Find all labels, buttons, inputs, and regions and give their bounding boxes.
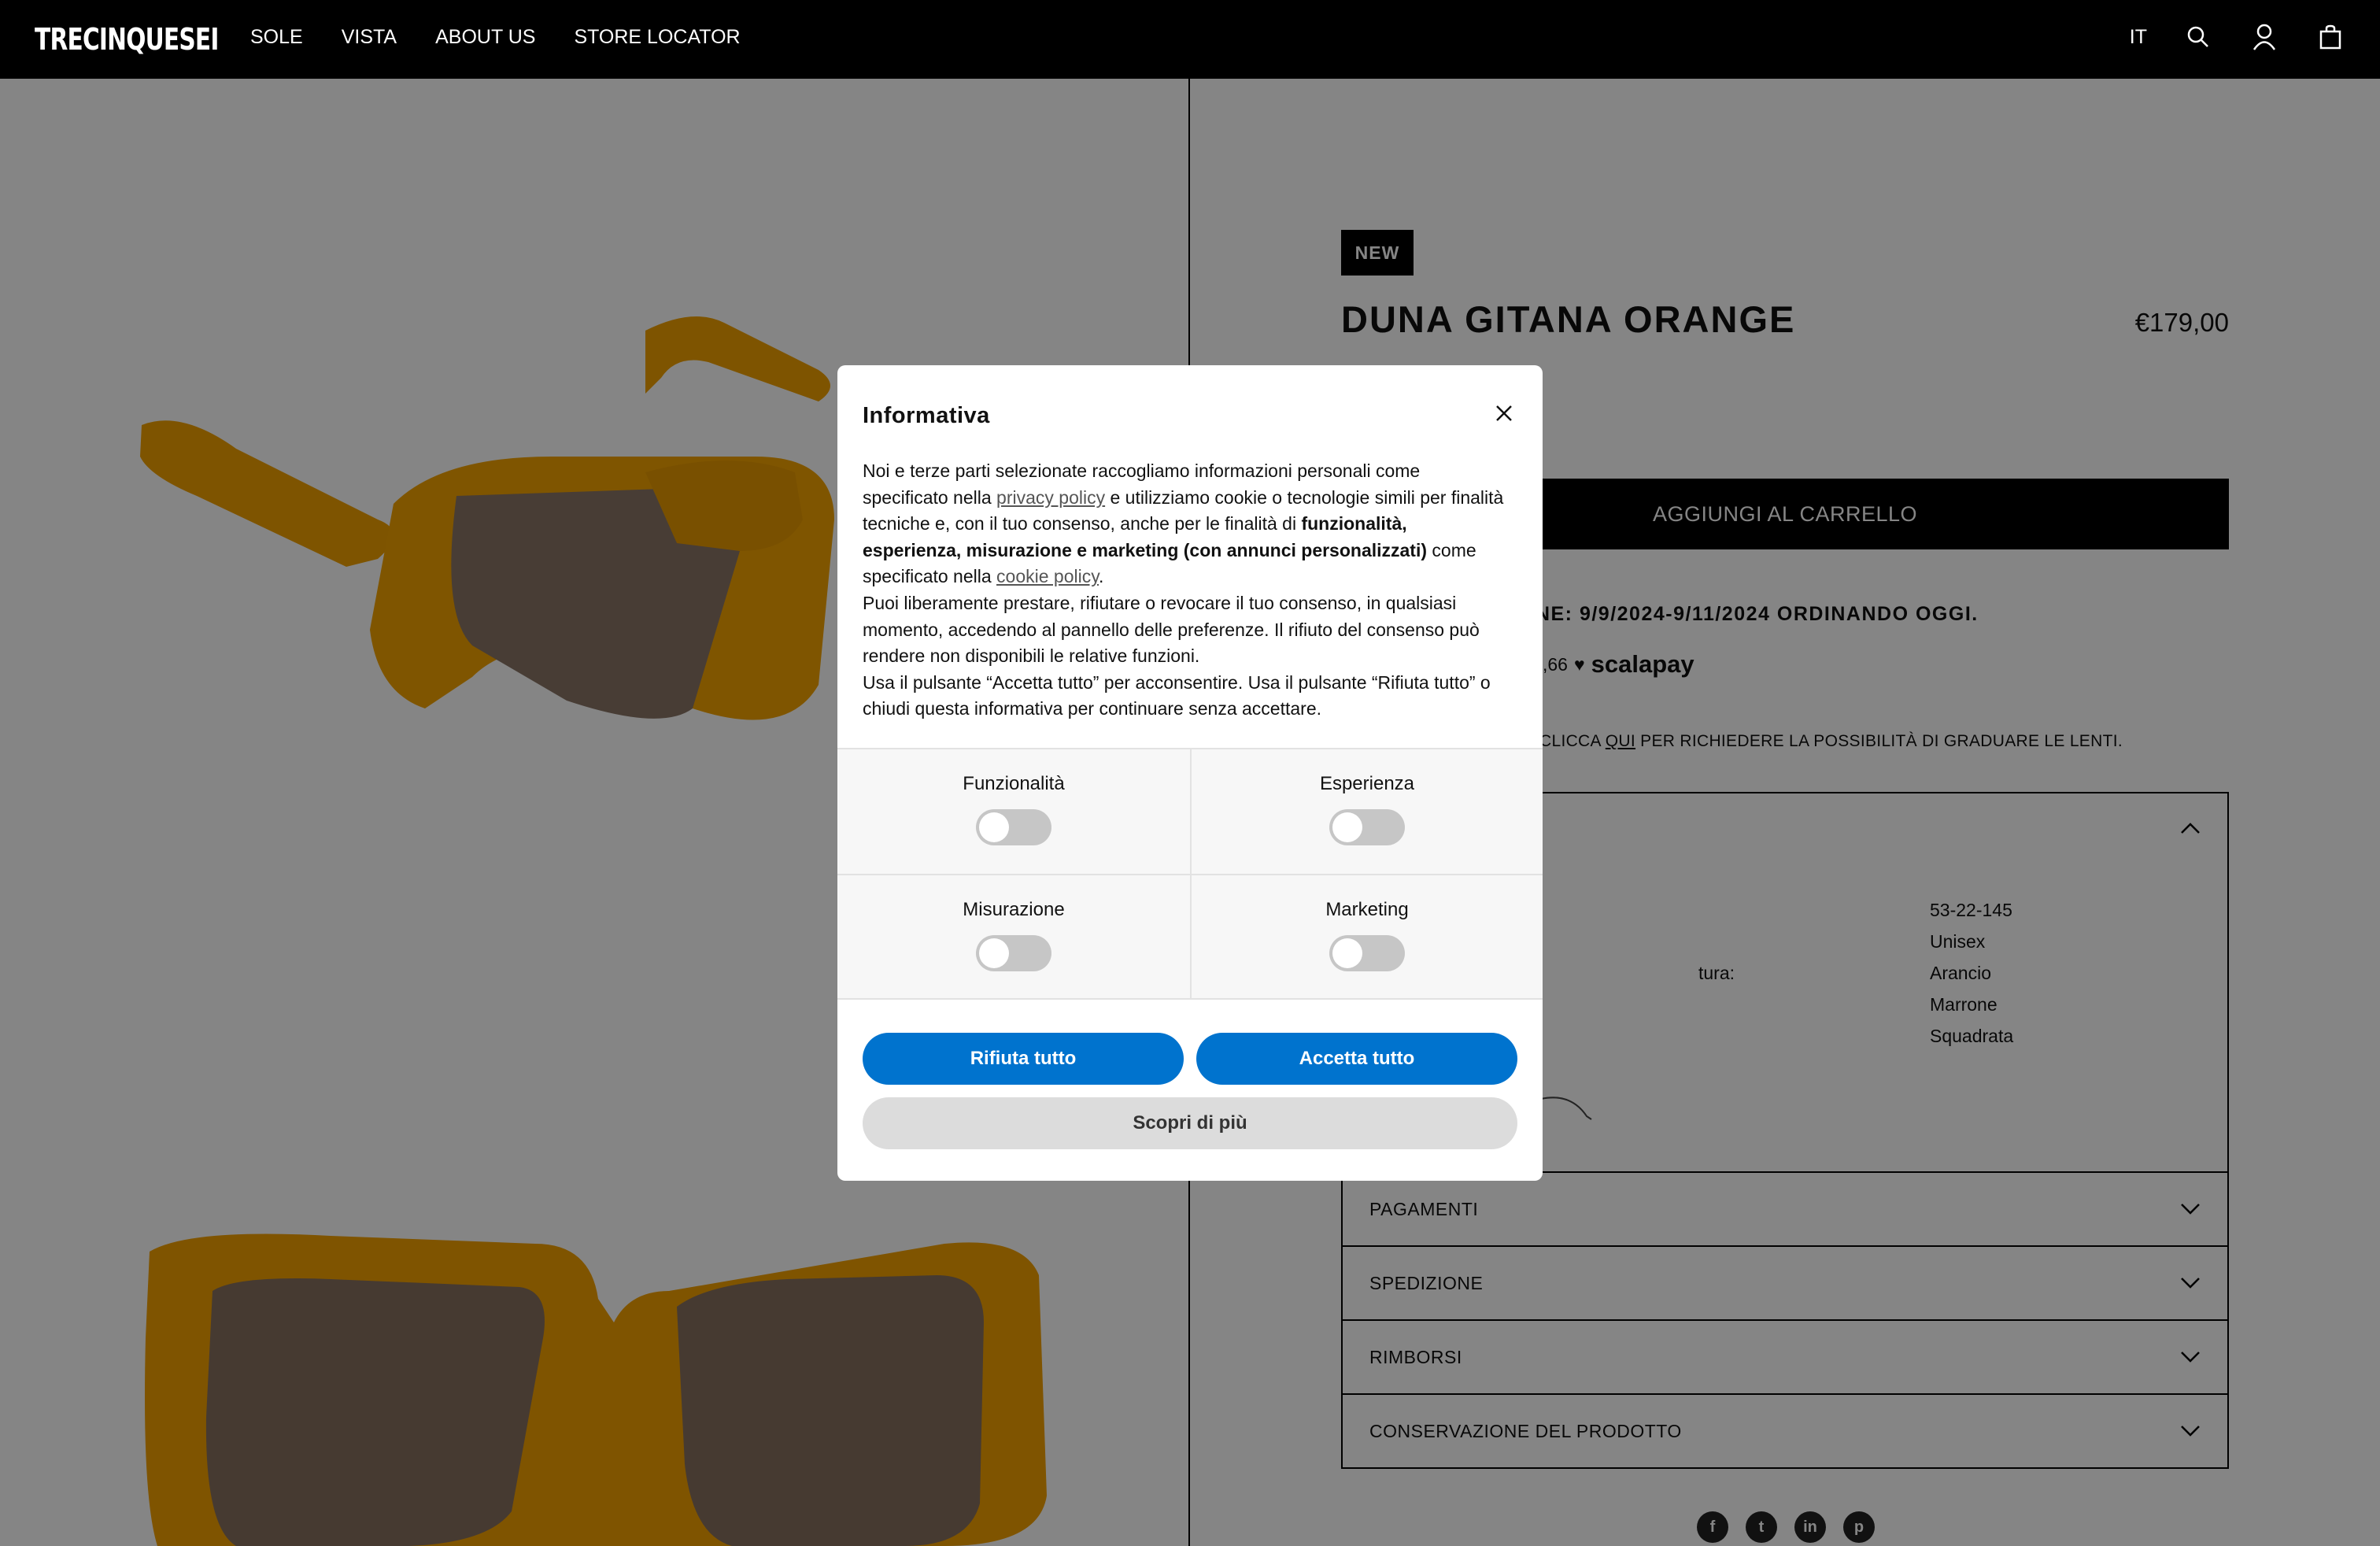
toggle-label: Esperienza <box>1319 773 1415 794</box>
consent-toggles: Funzionalità Esperienza Misurazione Mark… <box>837 748 1543 1000</box>
esperienza-toggle[interactable] <box>1329 809 1405 845</box>
main-nav: SOLE VISTA ABOUT US STORE LOCATOR <box>250 24 741 50</box>
toggle-cell-marketing: Marketing <box>1190 874 1543 998</box>
nav-about-us[interactable]: ABOUT US <box>435 24 535 50</box>
reject-all-button[interactable]: Rifiuta tutto <box>863 1033 1184 1085</box>
header-actions: IT <box>2130 19 2345 55</box>
modal-body: Noi e terze parti selezionate raccogliam… <box>863 460 1504 719</box>
user-icon[interactable] <box>2249 19 2279 55</box>
marketing-toggle[interactable] <box>1329 935 1405 971</box>
nav-vista[interactable]: VISTA <box>342 24 397 50</box>
close-icon[interactable] <box>1495 405 1513 426</box>
search-icon[interactable] <box>2183 19 2213 55</box>
cookie-policy-link[interactable]: cookie policy <box>996 566 1099 586</box>
toggle-label: Marketing <box>1325 899 1409 920</box>
misurazione-toggle[interactable] <box>976 935 1051 971</box>
cookie-consent-modal: Informativa Noi e terze parti selezionat… <box>837 365 1543 1181</box>
toggle-label: Misurazione <box>963 899 1065 920</box>
nav-sole[interactable]: SOLE <box>250 24 303 50</box>
brand-logo[interactable]: TRECINQUESEI <box>35 17 219 61</box>
language-selector[interactable]: IT <box>2130 19 2147 55</box>
nav-store-locator[interactable]: STORE LOCATOR <box>574 24 740 50</box>
funzionalita-toggle[interactable] <box>976 809 1051 845</box>
top-navbar: TRECINQUESEI SOLE VISTA ABOUT US STORE L… <box>0 0 2380 79</box>
toggle-label: Funzionalità <box>963 773 1065 794</box>
privacy-policy-link[interactable]: privacy policy <box>996 487 1105 508</box>
modal-title: Informativa <box>863 403 990 428</box>
toggle-cell-misurazione: Misurazione <box>837 874 1190 998</box>
accept-all-button[interactable]: Accetta tutto <box>1196 1033 1517 1085</box>
learn-more-button[interactable]: Scopri di più <box>863 1097 1517 1149</box>
bag-icon[interactable] <box>2315 19 2345 55</box>
toggle-cell-esperienza: Esperienza <box>1190 749 1543 874</box>
toggle-cell-funzionalita: Funzionalità <box>837 749 1190 874</box>
